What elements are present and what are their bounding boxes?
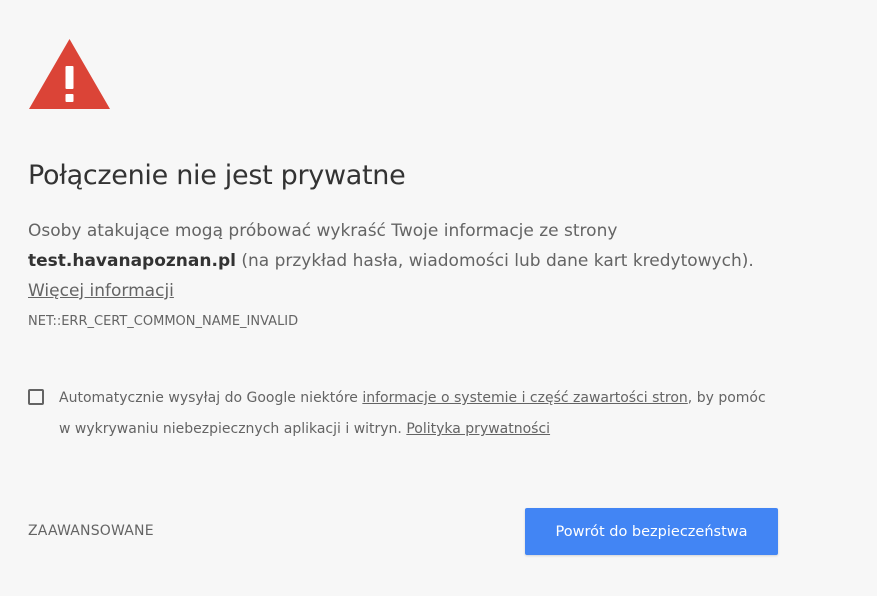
optin-label: Automatycznie wysyłaj do Google niektóre… (59, 383, 779, 445)
host-name: test.havanapoznan.pl (28, 251, 236, 271)
interstitial-page: Połączenie nie jest prywatne Osoby ataku… (0, 0, 877, 596)
warning-triangle-icon (29, 39, 110, 109)
back-to-safety-button[interactable]: Powrót do bezpieczeństwa (525, 508, 778, 555)
error-code: NET::ERR_CERT_COMMON_NAME_INVALID (28, 314, 299, 329)
advanced-button[interactable]: ZAAWANSOWANE (28, 523, 154, 539)
page-title: Połączenie nie jest prywatne (28, 160, 406, 191)
system-info-link[interactable]: informacje o systemie i część zawartości… (362, 390, 687, 406)
privacy-policy-link[interactable]: Polityka prywatności (406, 421, 550, 437)
learn-more-link[interactable]: Więcej informacji (28, 281, 174, 301)
optin-checkbox[interactable] (28, 389, 44, 405)
message-trail: (na przykład hasła, wiadomości lub dane … (235, 251, 754, 271)
main-message: Osoby atakujące mogą próbować wykraść Tw… (28, 216, 788, 306)
message-lead: Osoby atakujące mogą próbować wykraść Tw… (28, 221, 618, 241)
optin-text-before: Automatycznie wysyłaj do Google niektóre (59, 390, 363, 406)
